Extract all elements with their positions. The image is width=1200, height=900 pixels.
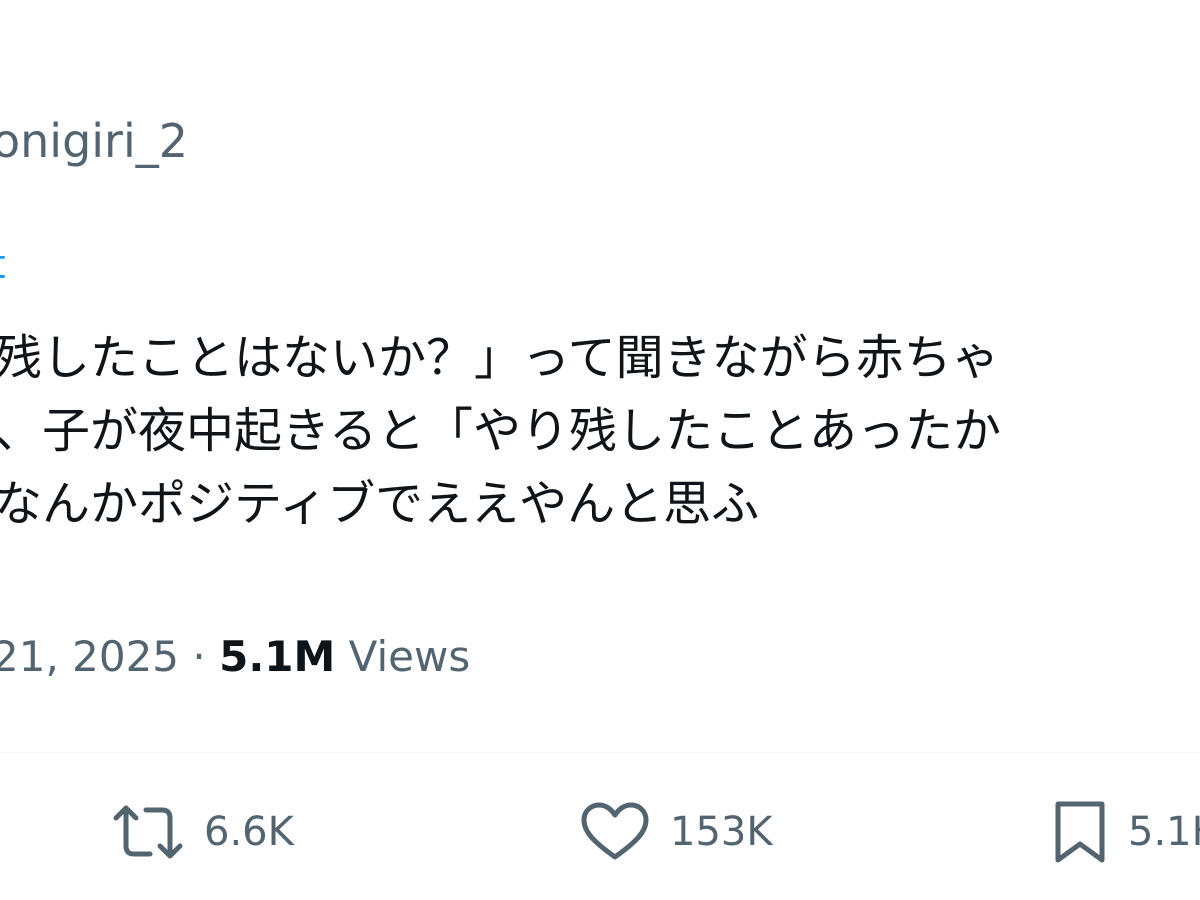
meta-separator: · [192, 632, 206, 681]
tweet-meta: 21, 2025 · 5.1M Views [0, 636, 470, 678]
tweet-date[interactable]: 21, 2025 [0, 632, 179, 681]
tweet-text-line: なんかポジティブでええやんと思ふ [0, 476, 760, 532]
bookmark-button[interactable]: 5.1K [1052, 796, 1200, 868]
author-handle[interactable]: onigiri_2 [0, 118, 188, 164]
retweet-icon [112, 802, 184, 862]
like-button[interactable]: 153K [580, 796, 773, 868]
retweet-count: 6.6K [204, 809, 294, 855]
retweet-button[interactable]: 6.6K [112, 796, 294, 868]
views-count: 5.1M [219, 632, 336, 681]
tweet-text-line: 残したことはないか？」って聞きながら赤ちゃ [0, 330, 1000, 386]
divider [0, 752, 1200, 753]
heart-icon [580, 802, 650, 862]
tweet-text: 残したことはないか？」って聞きながら赤ちゃ 、子が夜中起きると「やり残したことあ… [0, 322, 1200, 541]
translate-link[interactable]: t [0, 245, 6, 285]
bookmark-icon [1052, 798, 1108, 866]
bookmark-count: 5.1K [1128, 809, 1200, 855]
views-label: Views [348, 632, 471, 681]
like-count: 153K [670, 809, 773, 855]
tweet-text-line: 、子が夜中起きると「やり残したことあったか [0, 403, 1002, 459]
